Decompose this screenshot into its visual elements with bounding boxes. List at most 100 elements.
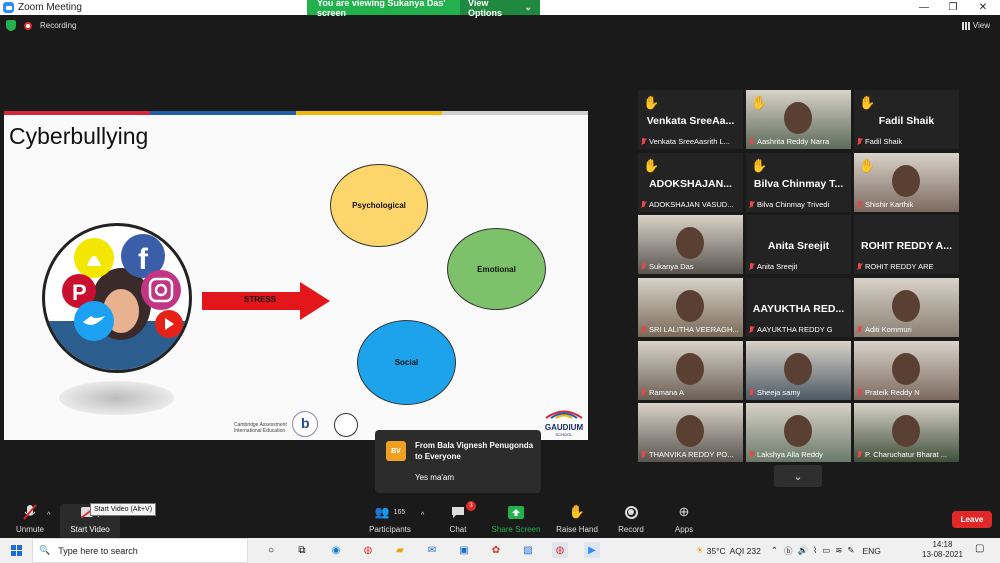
minimize-button[interactable]: — <box>909 0 939 15</box>
notifications-icon[interactable]: ▢ <box>975 543 989 557</box>
participant-display-name: ADOKSHAJAN... <box>649 178 732 190</box>
participant-tile[interactable]: Ramana A <box>638 341 743 400</box>
store-icon[interactable]: ▣ <box>456 542 472 558</box>
participant-tile[interactable]: Anita Sreejit Anita Sreejit <box>746 215 851 274</box>
cortana-icon[interactable]: ○ <box>263 542 279 558</box>
bubble-social: Social <box>357 320 456 405</box>
apps-icon: ⊕ <box>678 504 690 519</box>
ib-logo-icon: b <box>292 411 318 437</box>
view-button[interactable]: View <box>961 21 990 30</box>
participant-name: Anita Sreejit <box>757 262 798 271</box>
task-view-icon[interactable]: ⧉ <box>294 542 310 558</box>
participant-name: ADOKSHAJAN VASUD... <box>649 200 734 209</box>
participants-icon: 👥 165 <box>374 505 406 519</box>
mail-icon[interactable]: ✉ <box>424 542 440 558</box>
participant-video-figure <box>892 290 920 322</box>
participants-count: 165 <box>393 508 406 516</box>
window-title: Zoom Meeting <box>18 2 82 13</box>
participant-name-label: Fadil Shaik <box>856 137 902 146</box>
participant-tile[interactable]: ✋ Shishir Karthik <box>854 153 959 212</box>
participant-video-figure <box>784 415 812 447</box>
participant-tile[interactable]: THANVIKA REDDY PO... <box>638 403 743 462</box>
participant-name: P. Charuchatur Bharat ... <box>865 450 947 459</box>
participant-name: Shishir Karthik <box>865 200 914 209</box>
wifi-icon[interactable]: ≋ <box>835 545 842 556</box>
participant-tile[interactable]: Aditi Kommuri <box>854 278 959 337</box>
pen-icon[interactable]: ✎ <box>847 545 854 556</box>
participants-options-caret[interactable]: ^ <box>421 512 424 519</box>
grid-icon <box>961 21 970 30</box>
share-screen-button[interactable]: Share Screen <box>490 504 542 534</box>
network-icon[interactable]: ⌇ <box>813 545 817 556</box>
muted-mic-icon <box>856 325 863 334</box>
muted-mic-icon <box>856 450 863 459</box>
file-explorer-icon[interactable]: ▰ <box>392 542 408 558</box>
unmute-button[interactable]: Unmute <box>10 504 50 534</box>
record-button[interactable]: Record <box>614 504 648 534</box>
taskbar-search[interactable]: 🔍 Type here to search <box>32 538 248 563</box>
windows-logo-icon <box>10 545 22 556</box>
chevron-down-icon: ⌄ <box>524 2 532 12</box>
cambridge-logo: Cambridge Assessment International Educa… <box>234 422 287 434</box>
chevron-up-icon[interactable]: ⌃ <box>771 545 778 556</box>
participant-name-label: P. Charuchatur Bharat ... <box>856 450 947 459</box>
participant-tile[interactable]: Bilva Chinmay T... ✋ Bilva Chinmay Trivedi <box>746 153 851 212</box>
participant-name: AAYUKTHA REDDY G <box>757 325 833 334</box>
start-button[interactable] <box>0 538 32 563</box>
security-shield-icon[interactable] <box>6 20 16 31</box>
meeting-status: Recording <box>6 20 76 31</box>
photos-icon[interactable]: ▧ <box>520 542 536 558</box>
view-options-button[interactable]: View Options ⌄ <box>460 0 540 18</box>
zoom-taskbar-icon[interactable]: ▶ <box>584 542 600 558</box>
participant-tile[interactable]: ROHIT REDDY A... ROHIT REDDY ARE <box>854 215 959 274</box>
close-button[interactable]: ✕ <box>968 0 998 15</box>
chat-button[interactable]: 3 Chat <box>444 501 476 534</box>
participant-tile[interactable]: Sheeja samy <box>746 341 851 400</box>
participant-tile[interactable]: AAYUKTHA RED... AAYUKTHA REDDY G <box>746 278 851 337</box>
participants-button[interactable]: 👥 165 Participants <box>365 504 415 534</box>
muted-mic-icon <box>856 137 863 146</box>
participant-tile[interactable]: P. Charuchatur Bharat ... <box>854 403 959 462</box>
participant-tile[interactable]: Sukanya Das <box>638 215 743 274</box>
muted-mic-icon <box>856 388 863 397</box>
language-indicator[interactable]: ENG <box>862 546 880 556</box>
chrome-icon[interactable]: ◍ <box>360 542 376 558</box>
audio-options-caret[interactable]: ^ <box>47 512 50 519</box>
participant-name-label: Aashrita Reddy Narra <box>748 137 829 146</box>
record-icon <box>614 504 648 520</box>
chat-notification[interactable]: BV From Bala Vignesh Penugonda to Everyo… <box>375 430 541 493</box>
paint-icon[interactable]: ✿ <box>488 542 504 558</box>
volume-icon[interactable]: 🔊 <box>797 545 808 556</box>
battery-icon[interactable]: ▭ <box>822 545 830 556</box>
participant-tile[interactable]: SRI LALITHA VEERAGH... <box>638 278 743 337</box>
muted-mic-icon <box>748 325 755 334</box>
muted-mic-icon <box>640 325 647 334</box>
participant-tile[interactable]: Lakshya Alla Reddy <box>746 403 851 462</box>
bluetooth-icon[interactable]: ⓑ <box>784 545 793 557</box>
participant-tile[interactable]: Prateik Reddy N <box>854 341 959 400</box>
participant-tile[interactable]: ✋ Aashrita Reddy Narra <box>746 90 851 149</box>
participant-tile[interactable]: Fadil Shaik ✋ Fadil Shaik <box>854 90 959 149</box>
participant-name: Aditi Kommuri <box>865 325 912 334</box>
view-label: View <box>972 21 990 30</box>
raised-hand-icon: ✋ <box>643 158 660 173</box>
taskbar-clock[interactable]: 14:18 13-08-2021 <box>922 540 963 560</box>
leave-button[interactable]: Leave <box>952 511 992 528</box>
slide-title: Cyberbullying <box>9 123 149 149</box>
maximize-button[interactable]: ❐ <box>938 0 968 15</box>
aqi-value: AQI 232 <box>729 545 761 556</box>
participant-video-figure <box>676 353 704 385</box>
share-screen-label: Share Screen <box>491 525 541 534</box>
raise-hand-button[interactable]: ✋ Raise Hand <box>555 504 599 534</box>
gallery-next-page-button[interactable]: ⌄ <box>774 465 822 487</box>
chat-sender: From Bala Vignesh Penugonda to Everyone <box>415 441 534 461</box>
recording-icon <box>24 21 32 30</box>
participant-tile[interactable]: ADOKSHAJAN... ✋ ADOKSHAJAN VASUD... <box>638 153 743 212</box>
apps-button[interactable]: ⊕ Apps <box>670 504 698 534</box>
chrome-active-icon[interactable]: ◍ <box>552 542 568 558</box>
muted-mic-icon <box>640 137 647 146</box>
edge-icon[interactable]: ◉ <box>328 542 344 558</box>
participant-name-label: AAYUKTHA REDDY G <box>748 325 833 334</box>
participant-tile[interactable]: Venkata SreeAa... ✋ Venkata SreeAasrith L.… <box>638 90 743 149</box>
recording-label: Recording <box>40 21 77 30</box>
